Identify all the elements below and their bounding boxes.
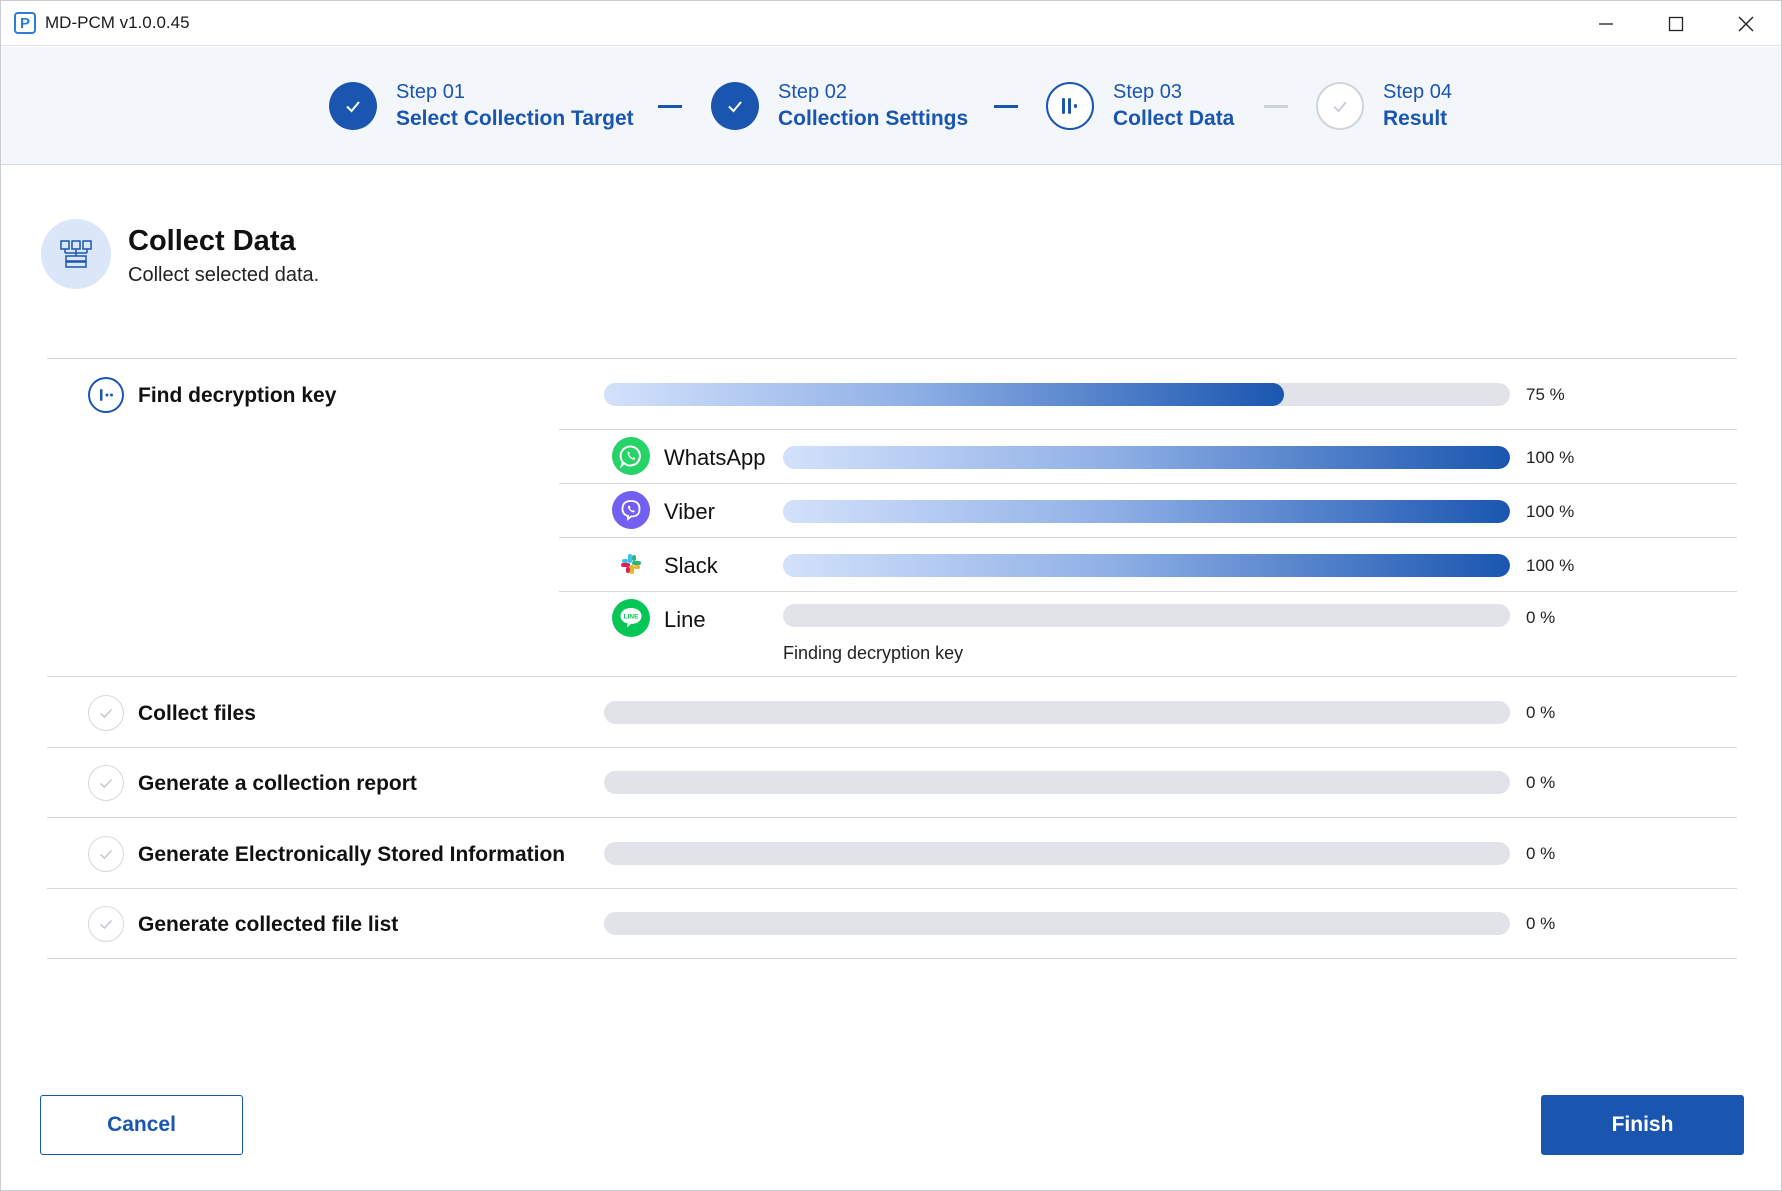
close-button[interactable] [1711, 1, 1781, 46]
divider [559, 429, 1737, 430]
progress-percent: 0 % [1526, 773, 1556, 792]
progress-fill [604, 383, 1284, 406]
step-name: Select Collection Target [396, 107, 634, 130]
data-collection-icon [41, 219, 111, 289]
step-pending-check-icon [1316, 82, 1364, 130]
app-progress-bar [783, 500, 1510, 523]
progress-percent: 100 % [1526, 502, 1575, 521]
task-progress-bar [604, 383, 1510, 406]
step-number: Step 04 [1383, 81, 1452, 103]
check-icon [88, 906, 124, 942]
maximize-button[interactable] [1641, 1, 1711, 46]
step-name: Collection Settings [778, 107, 969, 130]
progress-percent: 0 % [1526, 703, 1556, 722]
progress-percent: 75 % [1526, 385, 1565, 404]
app-status-text: Finding decryption key [783, 643, 964, 663]
step-connector [994, 105, 1018, 108]
slack-icon [612, 545, 650, 583]
step-02: Step 02 Collection Settings [711, 47, 968, 165]
divider [47, 888, 1737, 889]
in-progress-icon [88, 377, 124, 413]
step-03: Step 03 Collect Data [1046, 47, 1234, 165]
step-name: Collect Data [1113, 107, 1235, 130]
page-subtitle: Collect selected data. [128, 264, 320, 286]
divider [47, 358, 1737, 359]
step-number: Step 03 [1113, 81, 1182, 103]
task-label: Generate a collection report [138, 772, 417, 795]
progress-fill [783, 446, 1510, 469]
task-progress-bar [604, 771, 1510, 794]
finish-button[interactable]: Finish [1541, 1095, 1744, 1155]
progress-percent: 0 % [1526, 608, 1556, 627]
app-name: Slack [664, 553, 718, 578]
minimize-button[interactable] [1571, 1, 1641, 46]
task-progress-bar [604, 842, 1510, 865]
title-bar: P MD-PCM v1.0.0.45 [1, 1, 1781, 46]
whatsapp-icon [612, 437, 650, 475]
window-title: MD-PCM v1.0.0.45 [45, 13, 190, 32]
check-icon [88, 836, 124, 872]
task-progress-bar [604, 912, 1510, 935]
step-number: Step 02 [778, 81, 847, 103]
maximize-icon [1668, 16, 1684, 31]
app-name: Viber [664, 499, 715, 524]
step-number: Step 01 [396, 81, 465, 103]
cancel-button[interactable]: Cancel [40, 1095, 243, 1155]
app-progress-bar [783, 554, 1510, 577]
line-logo-text: LINE [624, 614, 639, 621]
task-label: Generate collected file list [138, 913, 399, 936]
progress-percent: 100 % [1526, 556, 1575, 575]
step-connector [1264, 105, 1288, 108]
progress-fill [783, 500, 1510, 523]
step-done-check-icon [329, 82, 377, 130]
divider [47, 817, 1737, 818]
close-icon [1738, 16, 1754, 31]
viber-icon [612, 491, 650, 529]
divider [47, 676, 1737, 677]
progress-percent: 0 % [1526, 844, 1556, 863]
app-logo-icon: P [14, 12, 36, 34]
check-icon [88, 695, 124, 731]
step-connector [658, 105, 682, 108]
task-label: Collect files [138, 702, 256, 725]
task-progress-bar [604, 701, 1510, 724]
app-progress-bar [783, 604, 1510, 627]
app-name: Line [664, 607, 706, 632]
progress-percent: 0 % [1526, 914, 1556, 933]
divider [559, 537, 1737, 538]
minimize-icon [1599, 22, 1613, 25]
step-done-check-icon [711, 82, 759, 130]
app-progress-bar [783, 446, 1510, 469]
task-label: Generate Electronically Stored Informati… [138, 843, 566, 866]
line-icon: LINE [612, 599, 650, 637]
window-controls [1571, 1, 1781, 46]
divider [559, 483, 1737, 484]
divider [47, 747, 1737, 748]
app-name: WhatsApp [664, 445, 766, 470]
step-in-progress-icon [1046, 82, 1094, 130]
wizard-stepper: Step 01 Select Collection Target Step 02… [1, 47, 1781, 165]
divider [559, 591, 1737, 592]
step-04: Step 04 Result [1316, 47, 1452, 165]
step-01: Step 01 Select Collection Target [329, 47, 634, 165]
task-label: Find decryption key [138, 384, 337, 407]
page-title: Collect Data [128, 225, 296, 257]
app-window: P MD-PCM v1.0.0.45 Step 01 Select Collec… [0, 0, 1782, 1191]
step-name: Result [1383, 107, 1448, 130]
check-icon [88, 765, 124, 801]
progress-percent: 100 % [1526, 448, 1575, 467]
progress-fill [783, 554, 1510, 577]
divider [47, 958, 1737, 959]
